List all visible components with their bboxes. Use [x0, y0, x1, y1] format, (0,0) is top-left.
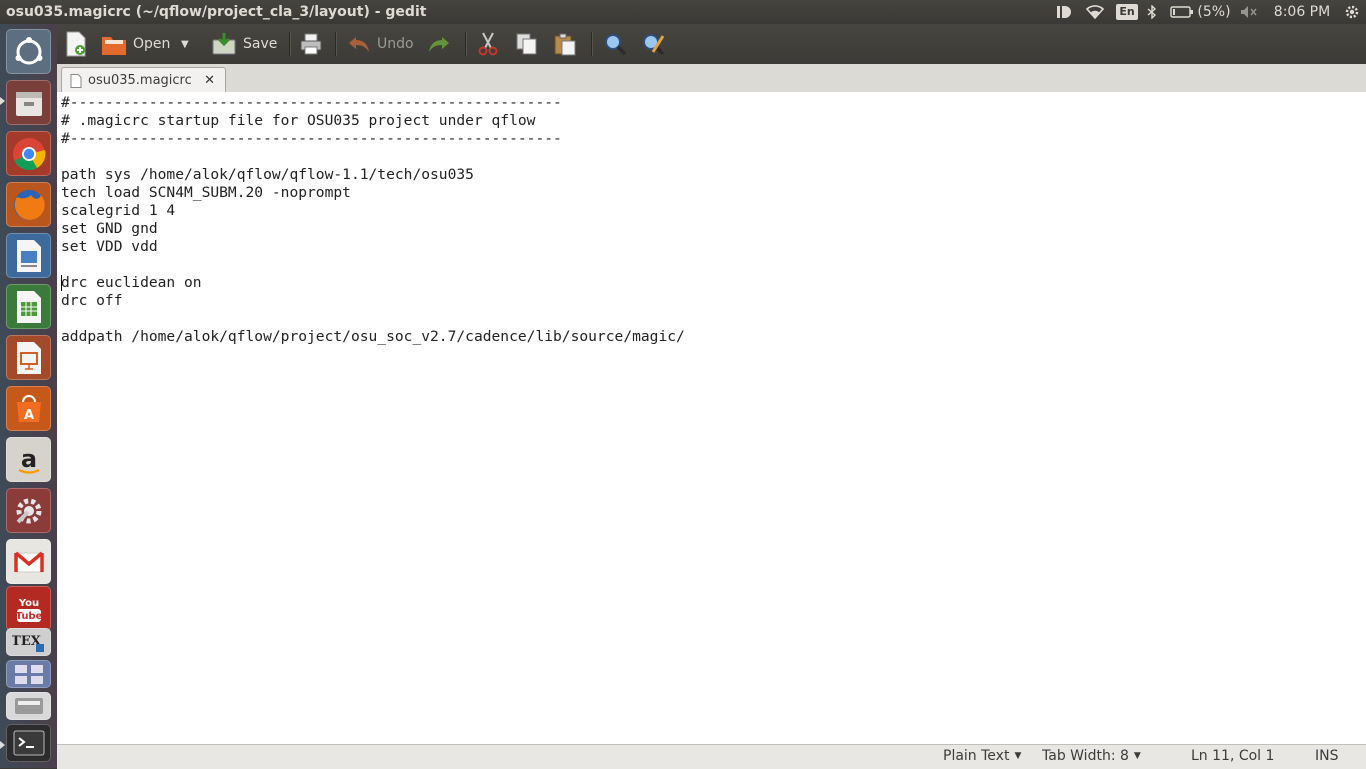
battery-percent: (5%) [1197, 4, 1231, 20]
save-icon [212, 33, 236, 55]
clock[interactable]: 8:06 PM [1270, 0, 1334, 24]
new-document-button[interactable] [65, 28, 91, 60]
status-bar: Plain Text ▼ Tab Width: 8 ▼ Ln 11, Col 1 I… [57, 744, 1366, 769]
undo-button[interactable]: Undo [347, 28, 419, 60]
tab-width-selector[interactable]: Tab Width: 8 ▼ [1042, 748, 1141, 764]
indicator-icon[interactable] [1054, 0, 1074, 24]
editor-line-current: drc euclidean on [61, 274, 202, 291]
toolbar: Open ▼ Save Undo [57, 24, 1366, 64]
new-document-icon [66, 31, 86, 57]
text-file-icon [70, 73, 82, 88]
search-icon [605, 34, 627, 56]
editor-line: scalegrid 1 4 [61, 202, 176, 219]
power-gear-icon[interactable] [1342, 0, 1362, 24]
printer-icon [300, 33, 322, 55]
editor-line: #---------------------------------------… [61, 94, 562, 111]
copy-icon [516, 33, 537, 55]
keyboard-layout-indicator[interactable]: En [1116, 0, 1138, 24]
chevron-down-icon: ▼ [1014, 751, 1022, 761]
undo-icon [349, 37, 369, 52]
editor-line: set VDD vdd [61, 238, 158, 255]
editor-line: #---------------------------------------… [61, 130, 562, 147]
editor-content[interactable]: #---------------------------------------… [61, 94, 685, 346]
editor-line: set GND gnd [61, 220, 158, 237]
cursor-position: Ln 11, Col 1 [1191, 748, 1275, 764]
save-button[interactable]: Save [211, 28, 279, 60]
tab-label: osu035.magicrc [88, 73, 192, 88]
svg-text:You: You [17, 598, 38, 609]
language-selector[interactable]: Plain Text ▼ [943, 748, 1021, 764]
tex-icon[interactable]: TEX [6, 628, 51, 656]
calc-icon[interactable] [6, 284, 51, 329]
svg-text:Tube: Tube [15, 611, 42, 622]
open-button[interactable]: Open [101, 28, 173, 60]
files-icon[interactable] [6, 80, 51, 125]
top-panel: osu035.magicrc (~/qflow/project_cla_3/la… [0, 0, 1366, 24]
window-title: osu035.magicrc (~/qflow/project_cla_3/la… [6, 4, 427, 20]
chrome-icon[interactable] [6, 131, 51, 176]
chevron-down-icon: ▼ [1133, 751, 1141, 761]
editor-line: path sys /home/alok/qflow/qflow-1.1/tech… [61, 166, 474, 183]
writer-icon[interactable] [6, 233, 51, 278]
launcher: A a You Tube TEX [0, 24, 58, 768]
clipboard-icon [554, 33, 576, 56]
svg-text:a: a [20, 445, 36, 473]
open-folder-icon [102, 37, 126, 55]
cut-button[interactable] [477, 28, 503, 60]
editor-line: tech load SCN4M_SUBM.20 -noprompt [61, 184, 351, 201]
disk-icon[interactable] [6, 692, 51, 720]
gmail-icon[interactable] [6, 539, 51, 584]
youtube-icon[interactable]: You Tube [6, 586, 51, 631]
find-replace-button[interactable] [641, 28, 667, 60]
dash-icon[interactable] [6, 29, 51, 74]
bluetooth-icon[interactable] [1145, 0, 1159, 24]
paste-button[interactable] [553, 28, 579, 60]
software-center-icon[interactable]: A [6, 386, 51, 431]
document-tab[interactable]: osu035.magicrc ✕ [61, 67, 226, 93]
open-dropdown-button[interactable]: ▼ [181, 28, 197, 60]
redo-icon [429, 37, 449, 52]
workspace-icon[interactable] [6, 660, 51, 688]
editor-line: drc off [61, 292, 123, 309]
text-editor[interactable]: #---------------------------------------… [57, 92, 1366, 744]
tab-bar: osu035.magicrc ✕ [57, 64, 1366, 93]
svg-text:A: A [23, 408, 33, 423]
scissors-icon [478, 32, 498, 56]
search-button[interactable] [603, 28, 629, 60]
wifi-icon[interactable] [1084, 0, 1106, 24]
close-icon[interactable]: ✕ [204, 73, 215, 88]
insert-mode: INS [1315, 748, 1339, 764]
editor-line: # .magicrc startup file for OSU035 proje… [61, 112, 536, 129]
chevron-down-icon: ▼ [181, 38, 189, 50]
volume-muted-icon[interactable] [1239, 0, 1259, 24]
impress-icon[interactable] [6, 335, 51, 380]
redo-button[interactable] [427, 28, 455, 60]
battery-icon[interactable] [1169, 0, 1195, 24]
firefox-icon[interactable] [6, 182, 51, 227]
copy-button[interactable] [515, 28, 541, 60]
terminal-icon[interactable] [6, 724, 51, 762]
find-replace-icon [643, 34, 665, 56]
settings-icon[interactable] [6, 488, 51, 533]
editor-line: addpath /home/alok/qflow/project/osu_soc… [61, 328, 685, 345]
print-button[interactable] [299, 28, 325, 60]
amazon-icon[interactable]: a [6, 437, 51, 482]
